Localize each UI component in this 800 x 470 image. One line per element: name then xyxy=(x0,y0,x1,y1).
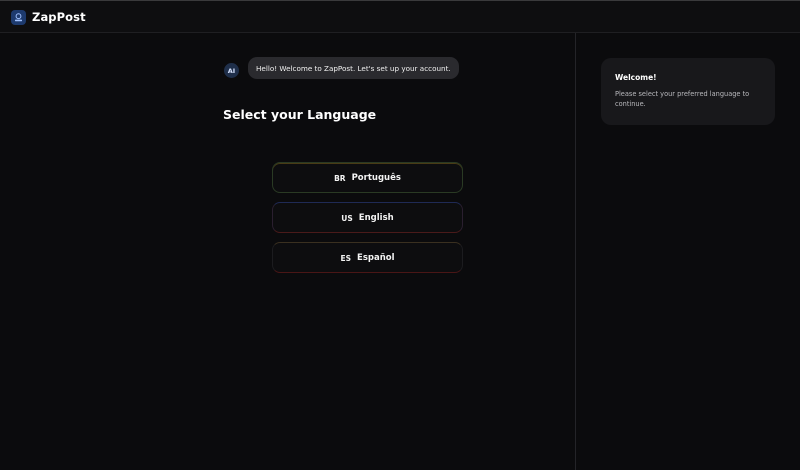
language-option-english[interactable]: US English xyxy=(272,202,463,233)
chat-message-bubble: Hello! Welcome to ZapPost. Let's set up … xyxy=(248,57,459,79)
panel-divider xyxy=(575,33,576,470)
welcome-card: Welcome! Please select your preferred la… xyxy=(601,58,775,125)
flag-es-icon: ES xyxy=(340,254,352,263)
zappost-logo-icon[interactable] xyxy=(11,10,26,25)
language-label: Español xyxy=(357,252,395,263)
welcome-title: Welcome! xyxy=(615,73,657,82)
flag-us-icon: US xyxy=(341,214,353,223)
language-label: English xyxy=(358,212,394,223)
language-option-espanol[interactable]: ES Español xyxy=(272,242,463,273)
page-title: Select your Language xyxy=(223,107,377,122)
ai-avatar: AI xyxy=(224,63,239,78)
flag-br-icon: BR xyxy=(334,174,346,183)
language-label: Português xyxy=(351,172,401,183)
top-bar: ZapPost xyxy=(0,0,800,33)
welcome-message: Please select your preferred language to… xyxy=(615,90,750,108)
language-option-portugues[interactable]: BR Português xyxy=(272,162,463,193)
app-name[interactable]: ZapPost xyxy=(32,10,86,24)
